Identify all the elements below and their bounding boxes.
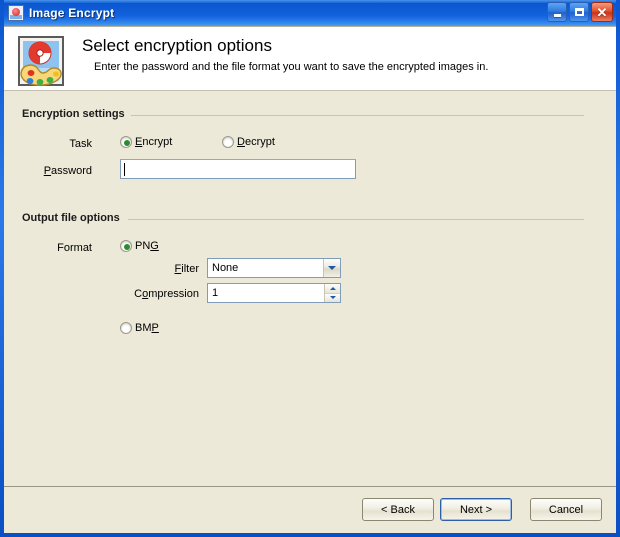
cancel-button[interactable]: Cancel: [530, 498, 602, 521]
compression-label: Compression: [134, 288, 199, 300]
picture-palette-icon: [16, 35, 72, 89]
chevron-down-icon[interactable]: [323, 259, 340, 277]
radio-task-decrypt-label: Decrypt: [237, 136, 275, 148]
radio-task-encrypt-indicator: [120, 136, 132, 148]
radio-format-png-indicator: [120, 240, 132, 252]
window-title: Image Encrypt: [29, 6, 115, 20]
radio-format-bmp-label: BMP: [135, 322, 159, 334]
wizard-footer: < Back Next > Cancel: [4, 486, 616, 533]
password-input[interactable]: [120, 159, 356, 179]
maximize-button[interactable]: [569, 2, 589, 22]
wizard-header-texts: Select encryption options Enter the pass…: [82, 35, 488, 73]
spinner-down-button[interactable]: [325, 293, 340, 302]
client-area: Select encryption options Enter the pass…: [4, 26, 616, 533]
spinner-up-button[interactable]: [325, 284, 340, 294]
window-icon: [8, 5, 24, 21]
maximize-icon: [574, 8, 584, 16]
filter-value: None: [212, 262, 239, 274]
encryption-settings-divider: [122, 115, 584, 116]
minimize-icon: [553, 13, 561, 17]
radio-format-png[interactable]: PNG: [120, 240, 159, 252]
radio-task-encrypt[interactable]: Encrypt: [120, 136, 172, 148]
output-file-options-group-label: Output file options: [22, 212, 126, 224]
filter-label: Filter: [174, 263, 199, 275]
radio-task-encrypt-label: Encrypt: [135, 136, 173, 148]
compression-value: 1: [212, 287, 219, 299]
radio-task-decrypt-indicator: [222, 136, 234, 148]
wizard-header: Select encryption options Enter the pass…: [4, 27, 616, 91]
close-icon: ✕: [596, 4, 608, 20]
next-button[interactable]: Next >: [440, 498, 512, 521]
password-label: Password: [43, 165, 92, 177]
radio-format-png-label: PNG: [135, 240, 159, 252]
filter-dropdown[interactable]: None: [207, 258, 341, 278]
page-title: Select encryption options: [82, 36, 272, 55]
task-label: Task: [69, 138, 92, 150]
output-file-options-divider: [128, 219, 584, 220]
radio-format-bmp-indicator: [120, 322, 132, 334]
application-window: Image Encrypt ✕ Select encryption option…: [0, 0, 620, 537]
radio-task-decrypt[interactable]: Decrypt: [222, 136, 275, 148]
back-button[interactable]: < Back: [362, 498, 434, 521]
page-subtitle: Enter the password and the file format y…: [94, 60, 489, 73]
minimize-button[interactable]: [547, 2, 567, 22]
title-bar[interactable]: Image Encrypt ✕: [4, 0, 616, 26]
compression-stepper[interactable]: 1: [207, 283, 341, 303]
close-button[interactable]: ✕: [591, 2, 613, 22]
spinner-buttons: [324, 284, 340, 302]
window-controls: ✕: [547, 2, 613, 22]
wizard-body: Encryption settings Task Encrypt Decrypt…: [4, 91, 616, 486]
text-caret: [124, 162, 125, 176]
format-label: Format: [57, 242, 92, 254]
encryption-settings-group-label: Encryption settings: [22, 108, 131, 120]
radio-format-bmp[interactable]: BMP: [120, 322, 159, 334]
